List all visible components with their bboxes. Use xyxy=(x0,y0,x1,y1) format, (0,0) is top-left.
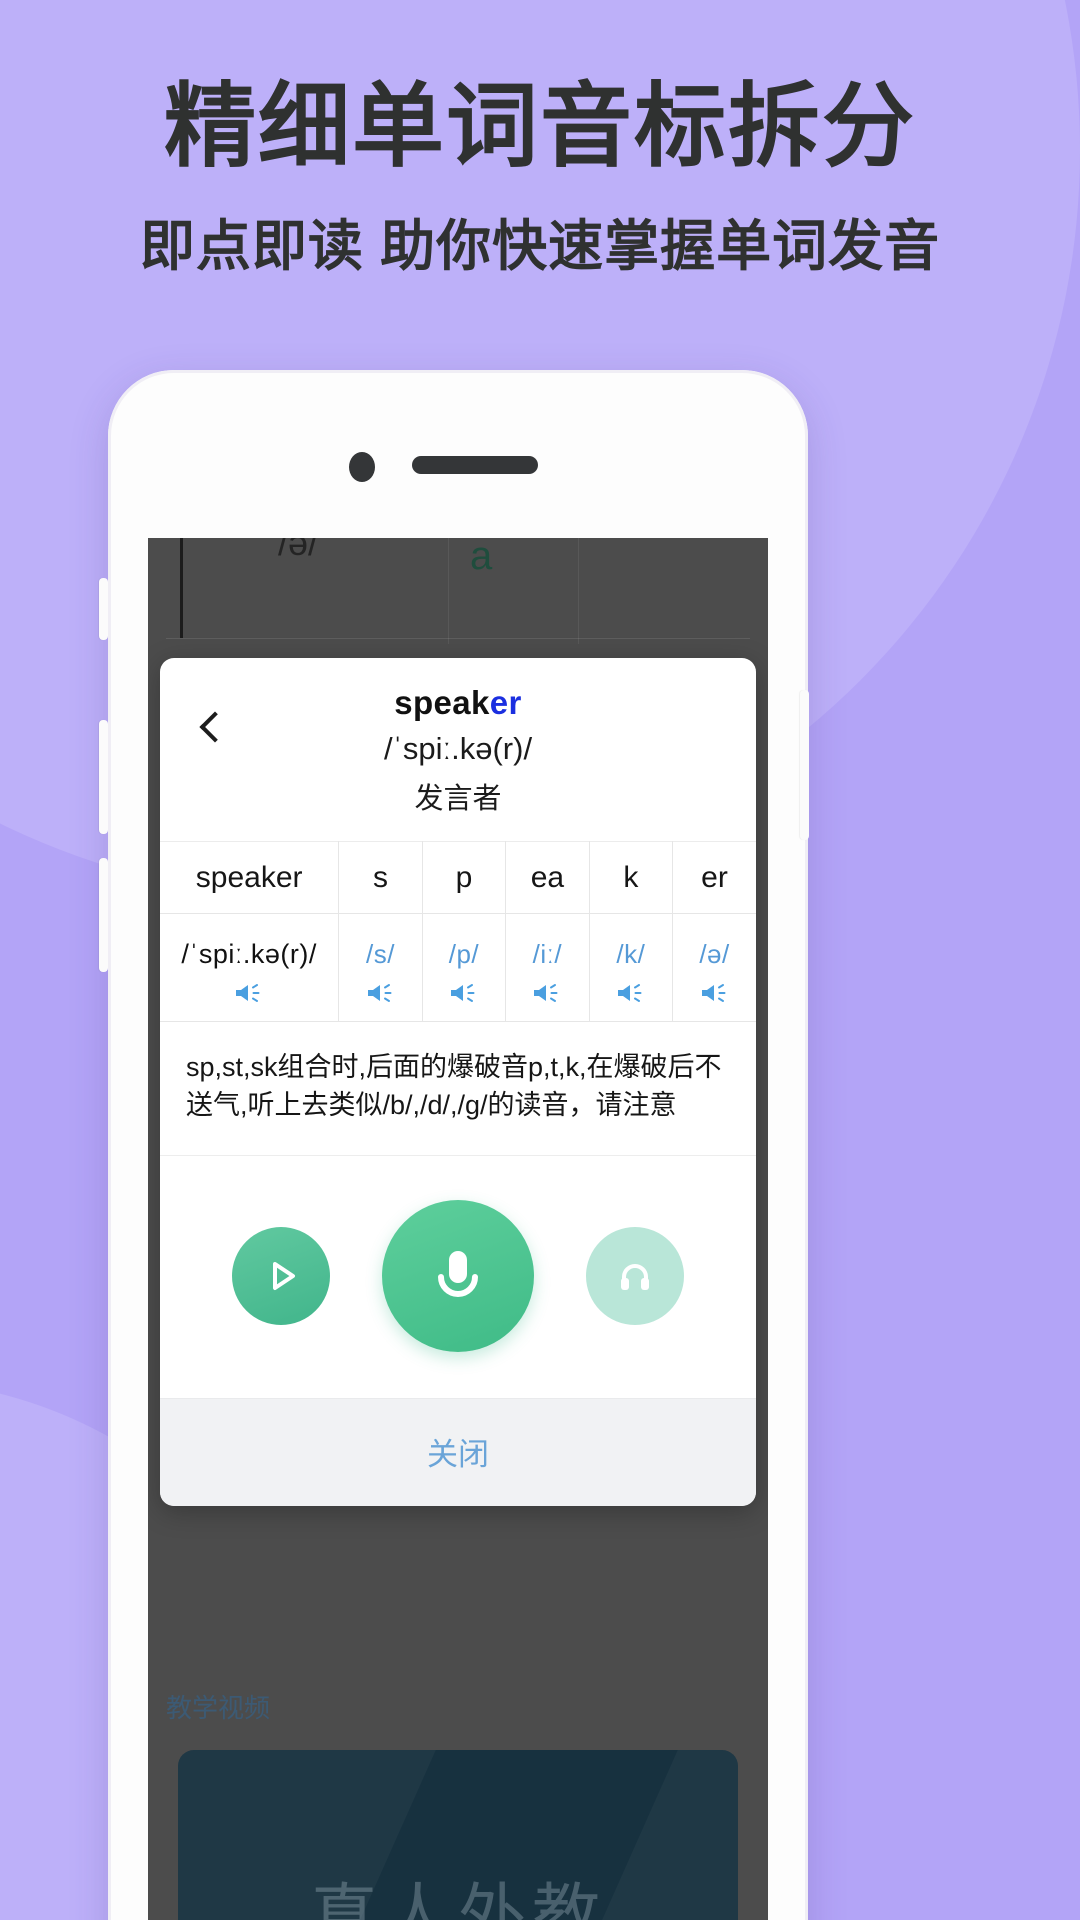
background-word-row: /ə/ a xyxy=(148,538,768,644)
table-cell-letter[interactable]: s xyxy=(338,841,423,914)
pronunciation-table: speaker s p ea k er /ˈspiː.kə(r)/ /s/ /p… xyxy=(160,841,756,1022)
promo-title: 精细单词音标拆分 xyxy=(163,76,916,178)
word-detail-dialog: speaker /ˈspiː.kə(r)/ 发言者 speaker s p ea… xyxy=(160,658,756,1506)
camera-dot-icon xyxy=(349,452,375,482)
speaker-sound-icon[interactable] xyxy=(233,981,265,1005)
speaker-sound-icon[interactable] xyxy=(365,981,397,1005)
play-triangle-icon xyxy=(273,1261,295,1290)
speaker-sound-icon[interactable] xyxy=(448,981,480,1005)
background-hrule xyxy=(166,638,750,639)
table-cell-phonetic[interactable]: /iː/ xyxy=(505,913,590,1022)
dialog-header: speaker /ˈspiː.kə(r)/ 发言者 xyxy=(160,658,756,835)
table-cell-letter[interactable]: ea xyxy=(505,841,590,914)
table-cell-letter[interactable]: k xyxy=(588,841,674,914)
table-row-letters: speaker s p ea k er xyxy=(160,841,756,914)
play-button[interactable] xyxy=(232,1226,330,1325)
ipa-text: /s/ xyxy=(366,938,395,969)
headphones-icon xyxy=(621,1263,649,1290)
speaker-sound-icon[interactable] xyxy=(615,981,647,1005)
ipa-text: /p/ xyxy=(448,938,480,969)
ipa-text: /iː/ xyxy=(532,938,563,969)
close-button[interactable]: 关闭 xyxy=(160,1397,756,1506)
dialog-word: speaker xyxy=(160,684,756,722)
microphone-icon xyxy=(438,1250,478,1297)
background-cell-divider xyxy=(448,538,449,644)
promo-subtitle: 即点即读 助你快速掌握单词发音 xyxy=(139,215,941,278)
background-phonetic: /ə/ xyxy=(278,538,319,563)
phone-volume-up[interactable] xyxy=(99,720,108,834)
table-cell-letter[interactable]: er xyxy=(672,841,756,914)
speaker-sound-icon[interactable] xyxy=(699,981,731,1005)
record-button[interactable] xyxy=(382,1199,534,1352)
phone-mute-switch[interactable] xyxy=(99,578,108,640)
speaker-sound-icon[interactable] xyxy=(531,981,563,1005)
table-row-phonetics: /ˈspiː.kə(r)/ /s/ /p/ /iː/ /k/ /ə/ xyxy=(160,913,756,1022)
dialog-word-stem: speak xyxy=(394,684,490,721)
dialog-actions xyxy=(160,1156,756,1398)
table-cell-phonetic[interactable]: /k/ xyxy=(588,913,674,1022)
table-cell-letter[interactable]: speaker xyxy=(160,841,340,914)
background-rule xyxy=(180,538,183,638)
dialog-word-highlight: er xyxy=(489,684,522,721)
background-cell-divider xyxy=(578,538,579,644)
promo-copy: 精细单词音标拆分 即点即读 助你快速掌握单词发音 xyxy=(0,0,1080,279)
table-cell-phonetic[interactable]: /s/ xyxy=(338,913,423,1022)
phone-power-button[interactable] xyxy=(800,690,809,840)
dialog-phonetic: /ˈspiː.kə(r)/ xyxy=(383,731,533,766)
app-screen: /ə/ a 教学视频 真人外教 speaker /ˈspiː.kə(r)/ 发言… xyxy=(148,538,768,1920)
teaching-video-label: 教学视频 xyxy=(166,1693,271,1723)
phone-volume-down[interactable] xyxy=(99,858,108,972)
ipa-text: /ˈspiː.kə(r)/ xyxy=(181,938,317,969)
table-cell-phonetic[interactable]: /ˈspiː.kə(r)/ xyxy=(160,913,340,1022)
earpiece-speaker-icon xyxy=(412,456,538,474)
background-letter: a xyxy=(470,538,493,578)
table-cell-phonetic[interactable]: /p/ xyxy=(421,913,507,1022)
video-card-title: 真人外教 xyxy=(309,1878,606,1920)
ipa-text: /ə/ xyxy=(699,938,730,969)
table-cell-letter[interactable]: p xyxy=(421,841,507,914)
promo-screenshot: 精细单词音标拆分 即点即读 助你快速掌握单词发音 /ə/ a 教学视频 真人外教 xyxy=(0,0,1080,1920)
table-cell-phonetic[interactable]: /ə/ xyxy=(672,913,756,1022)
dialog-meaning: 发言者 xyxy=(414,783,502,815)
pronunciation-note: sp,st,sk组合时,后面的爆破音p,t,k,在爆破后不送气,听上去类似/b/… xyxy=(160,1022,756,1156)
listen-button[interactable] xyxy=(586,1226,684,1325)
video-card[interactable]: 真人外教 xyxy=(178,1750,738,1920)
ipa-text: /k/ xyxy=(616,938,646,969)
